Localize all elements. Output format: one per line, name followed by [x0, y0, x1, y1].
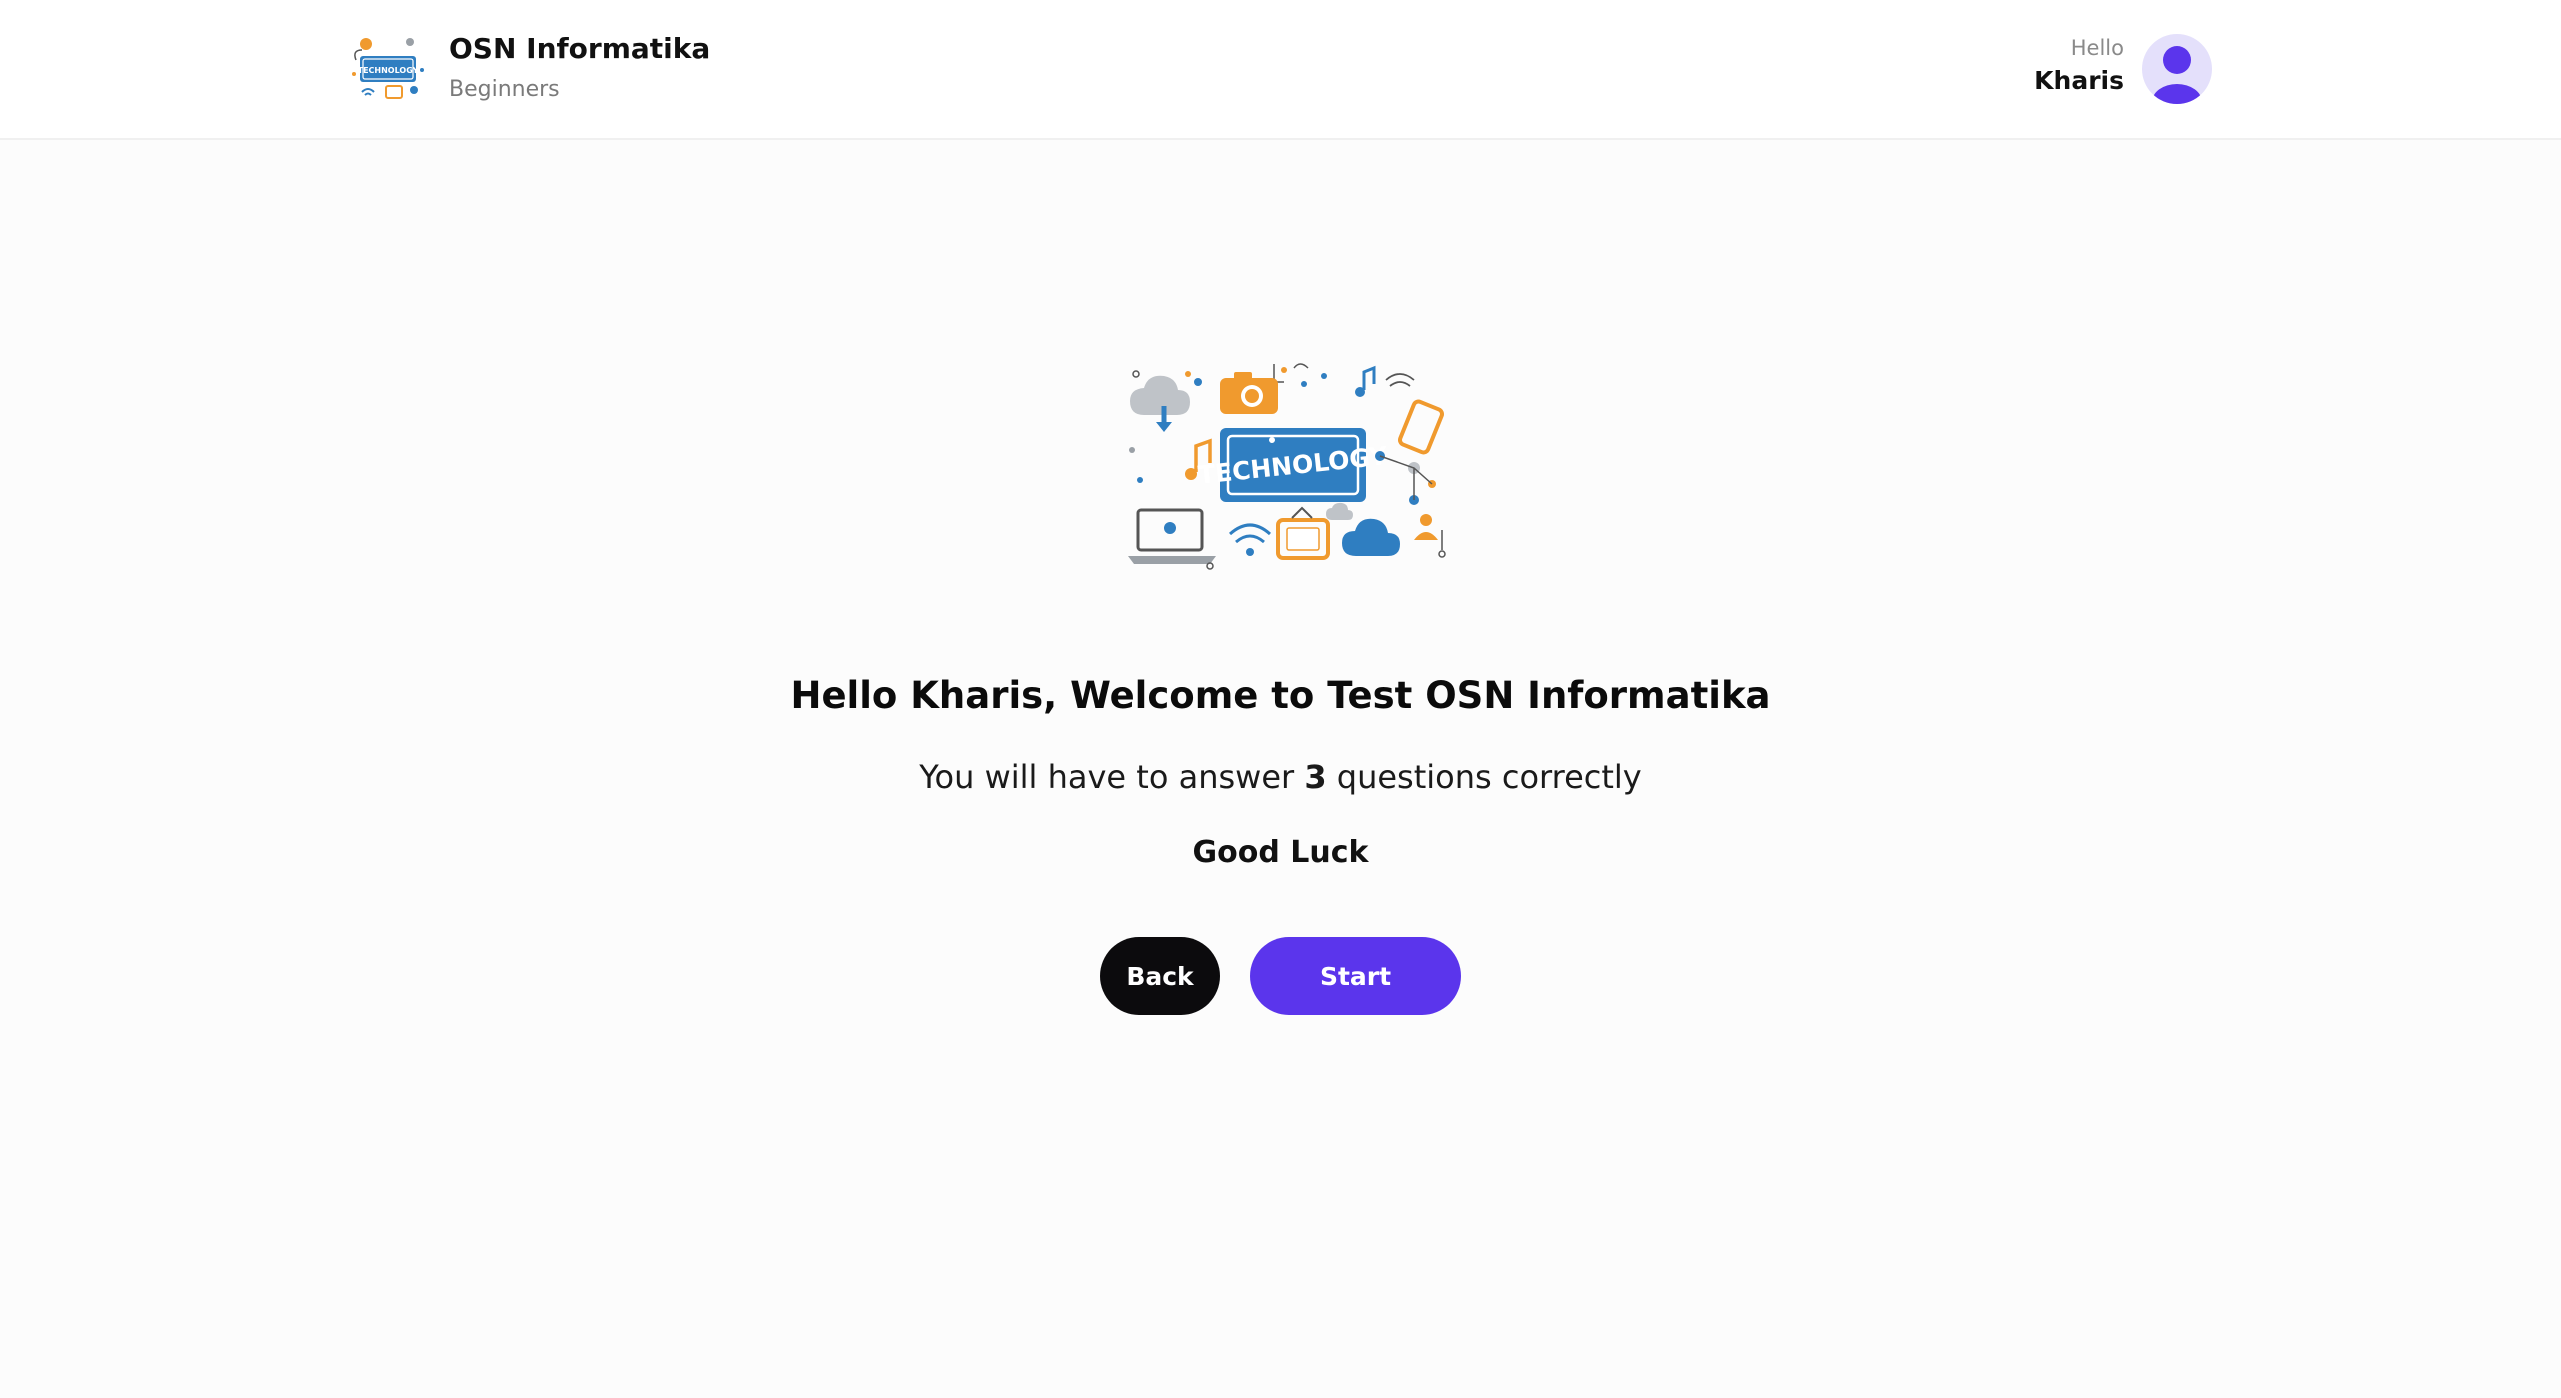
technology-illustration: TECHNOLOGY — [1128, 363, 1446, 570]
back-button[interactable]: Back — [1100, 937, 1220, 1015]
start-button[interactable]: Start — [1250, 937, 1461, 1015]
avatar[interactable] — [2142, 34, 2212, 104]
brand-title: OSN Informatika — [449, 32, 711, 65]
welcome-heading: Hello Kharis, Welcome to Test OSN Inform… — [790, 674, 1771, 717]
instructions-prefix: You will have to answer — [919, 758, 1295, 796]
good-luck-text: Good Luck — [1192, 835, 1369, 870]
instructions-text: You will have to answer 3 questions corr… — [0, 758, 2561, 796]
brand-subtitle: Beginners — [449, 77, 560, 102]
greeting-label: Hello — [2070, 36, 2124, 60]
logo-label: TECHNOLOGY — [358, 66, 419, 75]
top-header: TECHNOLOGY OSN Informatika Beginners Hel… — [0, 0, 2561, 140]
instructions-suffix: questions correctly — [1336, 758, 1642, 796]
question-count: 3 — [1304, 758, 1327, 796]
user-icon — [2152, 46, 2202, 104]
user-name: Kharis — [2034, 66, 2124, 95]
technology-logo-icon[interactable]: TECHNOLOGY — [348, 30, 428, 110]
